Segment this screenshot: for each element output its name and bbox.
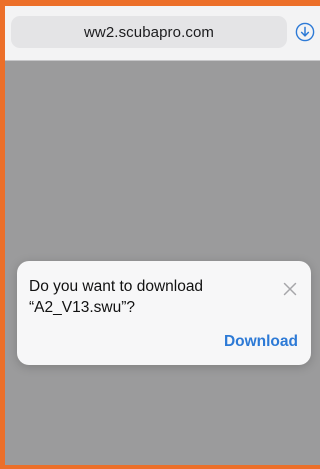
download-circle-icon[interactable] [295, 22, 315, 42]
download-button[interactable]: Download [224, 333, 298, 351]
dialog-message: Do you want to download “A2_V13.swu”? [29, 276, 269, 318]
close-icon[interactable] [282, 281, 298, 297]
address-bar[interactable]: ww2.scubapro.com [11, 16, 287, 48]
browser-window: ww2.scubapro.com Do you want to download… [5, 6, 320, 465]
download-dialog: Do you want to download “A2_V13.swu”? Do… [17, 261, 311, 365]
dialog-message-line-1: Do you want to download [29, 278, 204, 295]
browser-toolbar: ww2.scubapro.com [5, 6, 320, 61]
url-text: ww2.scubapro.com [84, 23, 214, 41]
dialog-message-filename: “A2_V13.swu”? [29, 299, 135, 316]
